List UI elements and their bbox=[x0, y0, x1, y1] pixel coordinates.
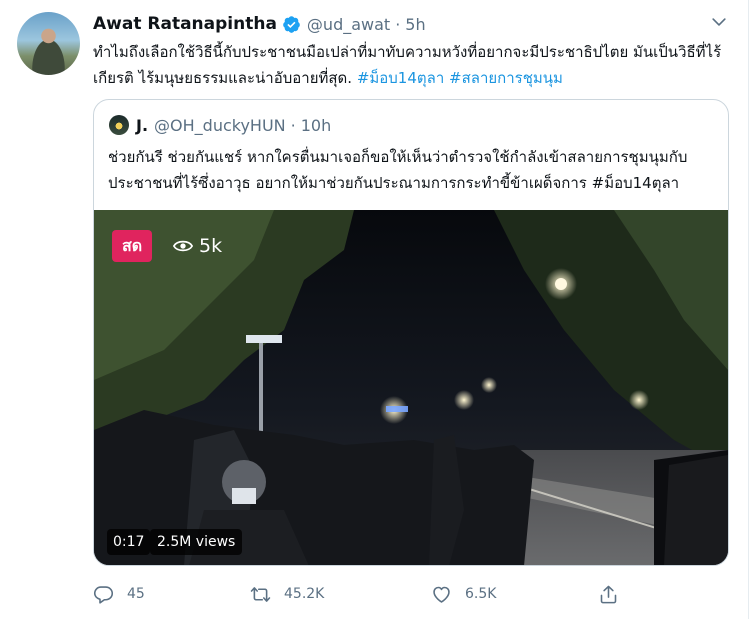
quoted-author-display-name[interactable]: J. bbox=[136, 116, 148, 135]
author-display-name[interactable]: Awat Ratanapintha bbox=[93, 14, 277, 34]
author-handle[interactable]: @ud_awat bbox=[307, 15, 390, 34]
quoted-tweet-header: J. @OH_duckyHUN · 10h bbox=[136, 114, 331, 136]
live-viewer-count: 5k bbox=[173, 231, 222, 261]
quoted-tweet[interactable]: J. @OH_duckyHUN · 10h ช่วยกันรี ช่วยกันแ… bbox=[93, 99, 729, 566]
tweet-actions: 45 45.2K 6.5K bbox=[93, 580, 653, 608]
tweet-card[interactable]: Awat Ratanapintha @ud_awat · 5h ทำไมถึงเ… bbox=[0, 0, 749, 619]
quoted-tweet-text: ช่วยกันรี ช่วยกันแชร์ หากใครตื่นมาเจอก็ข… bbox=[108, 148, 688, 192]
like-count: 6.5K bbox=[465, 586, 497, 602]
live-badge: สด bbox=[112, 230, 153, 262]
retweet-count: 45.2K bbox=[284, 586, 325, 602]
quoted-author-handle[interactable]: @OH_duckyHUN bbox=[154, 116, 286, 135]
share-icon bbox=[600, 585, 617, 603]
video-duration: 0:17 bbox=[107, 529, 151, 555]
like-icon bbox=[433, 586, 450, 603]
quoted-author-avatar[interactable] bbox=[109, 115, 129, 135]
verified-badge-icon bbox=[283, 15, 300, 33]
live-viewer-count-label: 5k bbox=[199, 235, 223, 257]
reply-count: 45 bbox=[127, 586, 145, 602]
eye-icon bbox=[173, 240, 193, 252]
header-separator: · bbox=[395, 14, 401, 34]
tweet-text: ทำไมถึงเลือกใช้วิธีนี้กับประชาชนมือเปล่า… bbox=[93, 39, 733, 91]
caret-down-icon[interactable] bbox=[709, 12, 729, 32]
video-view-count: 2.5M views bbox=[150, 529, 243, 555]
author-avatar[interactable] bbox=[17, 12, 80, 75]
retweet-button[interactable]: 45.2K bbox=[250, 580, 324, 608]
share-button[interactable] bbox=[598, 580, 632, 608]
like-button[interactable]: 6.5K bbox=[431, 580, 496, 608]
reply-icon bbox=[93, 585, 114, 604]
video-player[interactable] bbox=[94, 210, 728, 565]
quoted-timestamp[interactable]: 10h bbox=[301, 116, 332, 135]
hashtag-link[interactable]: #ม็อบ14ตุลา bbox=[357, 69, 444, 87]
tweet-timestamp[interactable]: 5h bbox=[405, 15, 425, 34]
video-frame bbox=[94, 210, 728, 565]
retweet-icon bbox=[250, 586, 271, 602]
tweet-header: Awat Ratanapintha @ud_awat · 5h bbox=[93, 13, 426, 35]
reply-button[interactable]: 45 bbox=[93, 580, 145, 608]
quoted-header-separator: · bbox=[290, 115, 296, 135]
hashtag-link[interactable]: #สลายการชุมนุม bbox=[449, 69, 563, 87]
